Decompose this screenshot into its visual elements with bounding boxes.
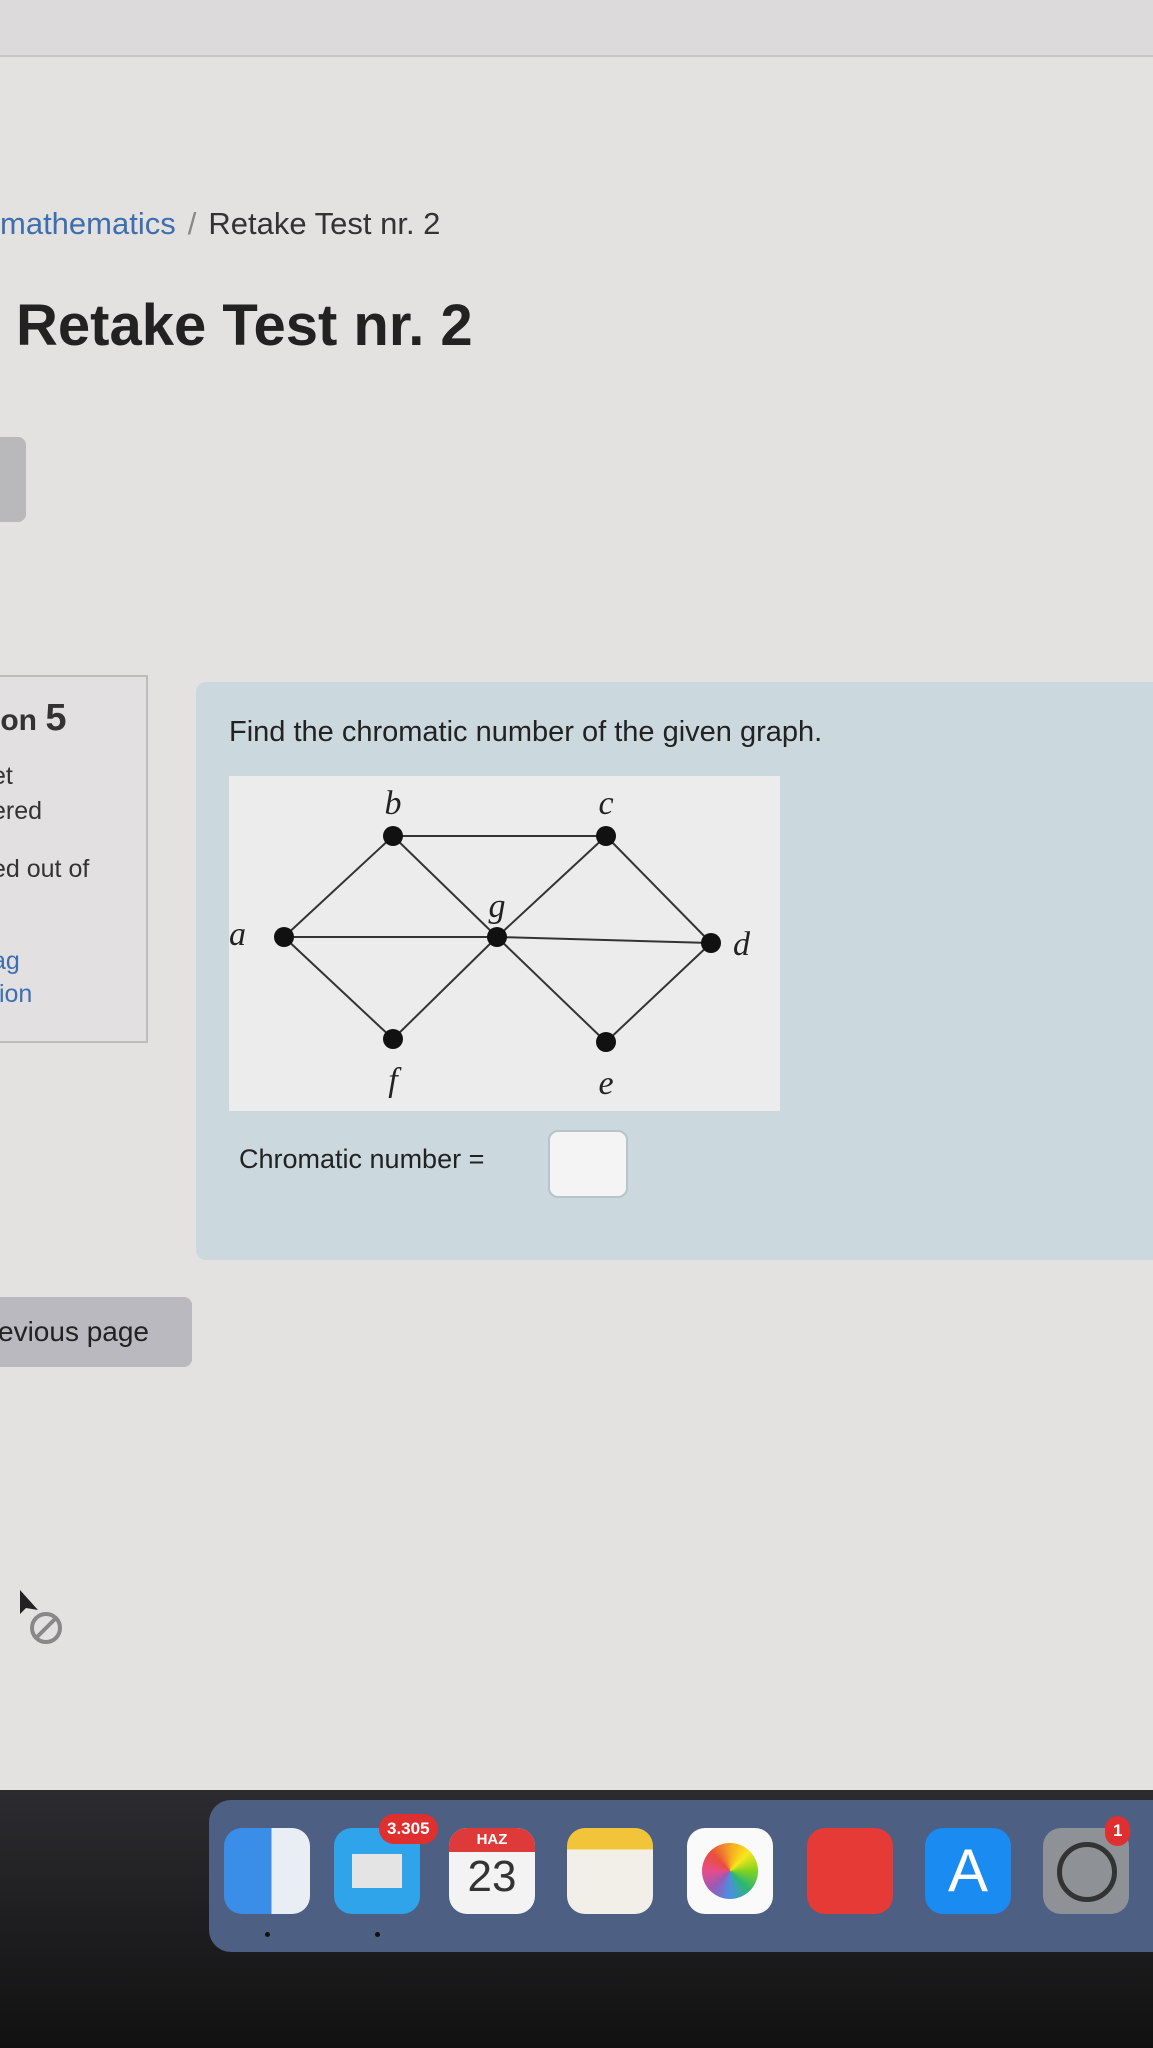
graph-edge-e-d xyxy=(605,942,712,1043)
previous-page-button[interactable]: evious page xyxy=(0,1297,192,1367)
breadcrumb-course-link[interactable]: mathematics xyxy=(0,206,176,241)
graph-edge-f-g xyxy=(392,936,498,1040)
cursor-icon xyxy=(20,1590,62,1644)
chromatic-number-input[interactable] xyxy=(548,1130,628,1198)
graph-edge-g-d xyxy=(496,936,712,944)
graph-edge-c-d xyxy=(605,835,712,944)
finder-icon[interactable] xyxy=(224,1828,310,1914)
graph-edge-c-g xyxy=(496,835,607,938)
partial-button[interactable] xyxy=(0,437,26,522)
question-status-2: ered xyxy=(0,797,43,825)
graph-edge-a-f xyxy=(283,936,394,1040)
flag-question-link[interactable]: ag xyxy=(0,947,20,976)
graph-vertex-b xyxy=(383,826,403,846)
graph-vertex-g xyxy=(487,927,507,947)
graph-edge-b-g xyxy=(392,835,498,938)
mail-badge: 3.305 xyxy=(379,1814,438,1844)
breadcrumb-current: Retake Test nr. 2 xyxy=(208,206,441,241)
graph-edge-a-b xyxy=(283,835,394,938)
graph-vertex-label-g: g xyxy=(489,888,506,925)
page-title: Retake Test nr. 2 xyxy=(16,293,473,358)
flag-question-link-2[interactable]: tion xyxy=(0,980,32,1009)
calendar-icon[interactable]: HAZ 23 xyxy=(449,1828,535,1914)
graph-vertex-a xyxy=(274,927,294,947)
graph-vertex-f xyxy=(383,1029,403,1049)
settings-badge: 1 xyxy=(1105,1816,1131,1846)
graph-vertex-c xyxy=(596,826,616,846)
graph-vertex-label-d: d xyxy=(733,926,751,963)
graph-image: a b c d e f g xyxy=(229,776,780,1111)
app-store-icon[interactable]: A xyxy=(925,1828,1011,1914)
question-marks: ed out of xyxy=(0,855,90,883)
answer-label: Chromatic number = xyxy=(239,1144,485,1174)
graph-vertex-label-c: c xyxy=(598,785,613,822)
photos-icon[interactable] xyxy=(687,1828,773,1914)
photo-booth-icon[interactable] xyxy=(807,1828,893,1914)
graph-vertex-e xyxy=(596,1032,616,1052)
graph-vertex-label-e: e xyxy=(598,1065,613,1102)
question-box: Find the chromatic number of the given g… xyxy=(196,682,1153,1260)
breadcrumb: mathematics / Retake Test nr. 2 xyxy=(0,206,440,242)
question-text: Find the chromatic number of the given g… xyxy=(229,716,823,748)
gear-icon[interactable]: 1 xyxy=(1043,1816,1131,1914)
dock: 3.305 HAZ 23 A 1 xyxy=(209,1800,1153,1952)
question-info-panel: ion 5 et ered ed out of ag tion xyxy=(0,675,148,1043)
graph-vertex-d xyxy=(701,933,721,953)
graph-edge-g-e xyxy=(496,936,607,1043)
browser-top-bar xyxy=(0,0,1153,57)
question-status: et xyxy=(0,762,13,790)
mail-icon[interactable]: 3.305 xyxy=(334,1814,438,1914)
graph-vertex-label-a: a xyxy=(229,916,246,953)
graph-vertex-label-f: f xyxy=(388,1062,402,1099)
notes-icon[interactable] xyxy=(567,1828,653,1914)
graph-vertex-label-b: b xyxy=(385,785,402,822)
breadcrumb-separator: / xyxy=(187,206,197,241)
question-number: ion 5 xyxy=(0,697,67,739)
